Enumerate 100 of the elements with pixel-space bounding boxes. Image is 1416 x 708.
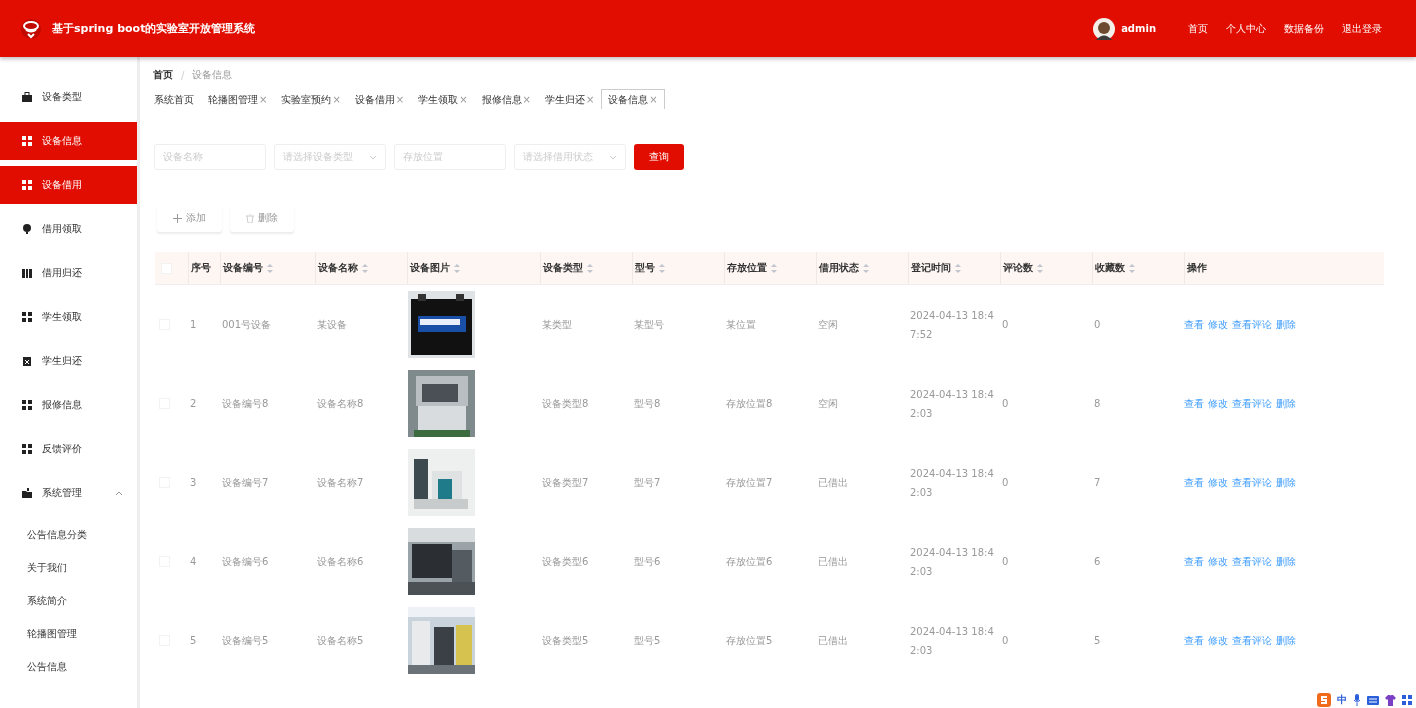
table-cell-text: 0	[1001, 397, 1010, 411]
row-action-link[interactable]: 查看评论	[1232, 317, 1272, 332]
header-link[interactable]: 首页	[1188, 21, 1208, 36]
row-action-link[interactable]: 删除	[1276, 633, 1296, 648]
row-action-link[interactable]: 查看	[1184, 396, 1204, 411]
ime-logo-icon[interactable]	[1317, 693, 1331, 707]
table-cell-text: 5	[189, 634, 198, 648]
delete-button[interactable]: 删除	[230, 204, 294, 232]
trash-icon	[246, 213, 254, 223]
table-cell-text: 2	[189, 397, 198, 411]
sort-icon[interactable]	[362, 263, 368, 273]
page-tab[interactable]: 轮播图管理×	[201, 89, 275, 109]
row-action-link[interactable]: 修改	[1208, 396, 1228, 411]
shirt-icon[interactable]	[1385, 694, 1396, 706]
sidebar-item[interactable]: 设备类型	[0, 78, 137, 116]
sidebar-item[interactable]: 设备借用	[0, 166, 137, 204]
sort-icon[interactable]	[771, 263, 777, 273]
sort-icon[interactable]	[1037, 263, 1043, 273]
table-cell-text: 设备名称8	[316, 397, 365, 411]
header-link[interactable]: 退出登录	[1342, 21, 1382, 36]
row-action-link[interactable]: 查看评论	[1232, 396, 1272, 411]
page-tab[interactable]: 系统首页	[147, 89, 201, 109]
table-cell-text: 0	[1001, 476, 1010, 490]
table-cell-text: 5	[1093, 634, 1102, 648]
submenu-item[interactable]: 关于我们	[0, 551, 137, 584]
row-action-link[interactable]: 查看评论	[1232, 554, 1272, 569]
row-action-link[interactable]: 查看评论	[1232, 633, 1272, 648]
row-action-link[interactable]: 查看	[1184, 475, 1204, 490]
table-cell-text: 已借出	[817, 634, 849, 648]
table-cell-text: 2024-04-13 18:42:03	[909, 545, 995, 579]
sort-icon[interactable]	[267, 263, 273, 273]
table-cell-text: 设备名称5	[316, 634, 365, 648]
row-action-link[interactable]: 删除	[1276, 396, 1296, 411]
page-tab[interactable]: 学生领取×	[411, 89, 475, 109]
chevron-icon	[369, 154, 377, 160]
plus-icon	[173, 213, 182, 223]
keyboard-icon[interactable]	[1367, 695, 1379, 705]
page-tab[interactable]: 实验室预约×	[274, 89, 348, 109]
submenu-item[interactable]: 轮播图管理	[0, 617, 137, 650]
table-cell-text: 型号8	[633, 397, 662, 411]
ime-mode[interactable]: 中	[1337, 693, 1347, 707]
sidebar-item[interactable]: 学生归还	[0, 342, 137, 380]
sidebar-item[interactable]: 报修信息	[0, 386, 137, 424]
page-tab[interactable]: 设备信息×	[601, 89, 665, 109]
table-cell-text: 设备类型5	[541, 634, 590, 648]
bar-chart-icon	[22, 268, 32, 278]
add-button[interactable]: 添加	[157, 204, 222, 232]
chevron-icon[interactable]	[115, 490, 123, 496]
clipboard-icon	[22, 356, 32, 366]
row-action-link[interactable]: 查看	[1184, 633, 1204, 648]
briefcase-icon	[22, 92, 32, 102]
sort-icon[interactable]	[659, 263, 665, 273]
row-action-link[interactable]: 删除	[1276, 475, 1296, 490]
table-cell-text: 存放位置7	[725, 476, 774, 490]
row-action-link[interactable]: 删除	[1276, 554, 1296, 569]
submenu-item[interactable]: 公告信息分类	[0, 518, 137, 551]
row-action-link[interactable]: 修改	[1208, 554, 1228, 569]
row-action-link[interactable]: 修改	[1208, 317, 1228, 332]
apps-icon[interactable]	[1402, 695, 1412, 705]
row-action-link[interactable]: 修改	[1208, 633, 1228, 648]
breadcrumb-item: 设备信息	[192, 68, 233, 82]
table-cell-text: 设备名称7	[316, 476, 365, 490]
page-tab[interactable]: 设备借用×	[347, 89, 412, 109]
sort-icon[interactable]	[587, 263, 593, 273]
submenu-item[interactable]: 系统简介	[0, 584, 137, 617]
column-header: 型号	[635, 261, 655, 275]
row-action-link[interactable]: 查看	[1184, 554, 1204, 569]
sidebar-item[interactable]: 设备信息	[0, 122, 137, 160]
sidebar-item[interactable]: 系统管理	[0, 474, 137, 512]
grid-icon	[22, 180, 32, 190]
sidebar-item[interactable]: 学生领取	[0, 298, 137, 336]
sidebar-item[interactable]: 借用领取	[0, 210, 137, 248]
sidebar-item[interactable]: 借用归还	[0, 254, 137, 292]
table-cell-text: 存放位置5	[725, 634, 774, 648]
sidebar-item[interactable]: 反馈评价	[0, 430, 137, 468]
row-action-link[interactable]: 删除	[1276, 317, 1296, 332]
table-cell-text: 0	[1093, 318, 1102, 332]
microphone-icon[interactable]	[1353, 694, 1361, 706]
column-header: 设备名称	[318, 261, 358, 275]
row-action-link[interactable]: 查看评论	[1232, 475, 1272, 490]
table-cell-text: 型号7	[633, 476, 662, 490]
column-header: 设备类型	[543, 261, 583, 275]
sort-icon[interactable]	[454, 263, 460, 273]
column-header: 设备图片	[410, 261, 450, 275]
header-link[interactable]: 数据备份	[1284, 21, 1324, 36]
page-tab[interactable]: 报修信息×	[474, 89, 538, 109]
table-cell-text: 1	[189, 318, 198, 332]
sort-icon[interactable]	[1129, 263, 1135, 273]
page-tab[interactable]: 学生归还×	[537, 89, 602, 109]
submenu-item[interactable]: 公告信息	[0, 650, 137, 683]
breadcrumb-item[interactable]: 首页	[153, 68, 173, 82]
row-action-link[interactable]: 修改	[1208, 475, 1228, 490]
sort-icon[interactable]	[955, 263, 961, 273]
search-button[interactable]: 查询	[634, 144, 684, 170]
row-action-link[interactable]: 查看	[1184, 317, 1204, 332]
grid-icon	[22, 400, 32, 410]
table-cell-text: 设备类型6	[541, 555, 590, 569]
avatar-icon[interactable]	[1093, 17, 1116, 40]
sort-icon[interactable]	[863, 263, 869, 273]
header-link[interactable]: 个人中心	[1226, 21, 1266, 36]
